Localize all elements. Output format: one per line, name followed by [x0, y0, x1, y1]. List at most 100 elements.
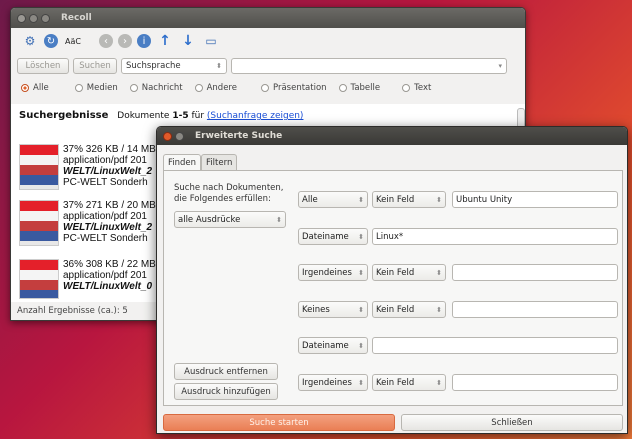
remove-clause-button[interactable]: Ausdruck entfernen: [174, 363, 278, 380]
radio-icon: [129, 84, 138, 92]
spin-icon: ⬍: [436, 378, 442, 387]
show-query-link[interactable]: (Suchanfrage zeigen): [207, 111, 304, 121]
clause-value-input[interactable]: [372, 337, 618, 354]
result-item[interactable]: 36% 308 KB / 22 MB application/pdf 201 W…: [19, 259, 156, 299]
radio-icon: [402, 84, 411, 92]
close-dialog-icon[interactable]: [163, 131, 172, 141]
filter-tabelle[interactable]: Tabelle: [338, 83, 380, 93]
document-thumbnail: [19, 259, 59, 299]
results-for-text: für: [191, 111, 205, 121]
result-size: 37% 271 KB / 20 MB: [63, 200, 156, 211]
query-input[interactable]: ▾: [231, 58, 507, 74]
clause-type-select[interactable]: Keines ⬍: [298, 301, 368, 318]
window-title: Recoll: [61, 13, 92, 23]
back-icon[interactable]: ‹: [99, 34, 113, 48]
find-panel: Suche nach Dokumenten, die Folgendes erf…: [163, 170, 623, 406]
clause-type-select[interactable]: Irgendeines ⬍: [298, 374, 368, 391]
filter-alle[interactable]: Alle: [21, 83, 49, 93]
window-icon[interactable]: ▭: [202, 32, 220, 50]
intro-label: Suche nach Dokumenten, die Folgendes erf…: [174, 183, 284, 204]
clause-type-select[interactable]: Dateiname ⬍: [298, 228, 368, 245]
recoll-titlebar: Recoll: [11, 8, 525, 28]
advanced-search-dialog: Erweiterte Suche Finden Filtern Suche na…: [156, 126, 628, 434]
spelling-icon[interactable]: AäC: [63, 32, 83, 50]
filter-praesentation[interactable]: Präsentation: [260, 83, 327, 93]
result-item[interactable]: 37% 271 KB / 20 MB application/pdf 201 W…: [19, 200, 156, 246]
clause-field-select[interactable]: Kein Feld ⬍: [372, 374, 446, 391]
add-clause-button[interactable]: Ausdruck hinzufügen: [174, 383, 278, 400]
tab-filtern[interactable]: Filtern: [201, 154, 238, 170]
spin-icon: ⬍: [358, 232, 364, 241]
search-mode-select[interactable]: Suchsprache ⬍: [121, 58, 227, 74]
dialog-tabs: Finden Filtern: [163, 154, 238, 170]
document-thumbnail: [19, 200, 59, 246]
filter-nachricht[interactable]: Nachricht: [129, 83, 183, 93]
clause-field-select[interactable]: Kein Feld ⬍: [372, 191, 446, 208]
toolbar: ⚙ ↻ AäC ‹ › i ↑ ↓ ▭: [11, 28, 525, 54]
radio-icon: [194, 84, 203, 92]
clause-value-input[interactable]: [452, 264, 618, 281]
spin-icon: ⬍: [436, 268, 442, 277]
dialog-titlebar: Erweiterte Suche: [157, 127, 627, 145]
filter-text[interactable]: Text: [402, 83, 431, 93]
clause-value-input[interactable]: Ubuntu Unity: [452, 191, 618, 208]
results-range: 1-5: [172, 111, 189, 121]
close-button[interactable]: Schließen: [401, 414, 623, 431]
match-mode-select[interactable]: alle Ausdrücke ⬍: [174, 211, 286, 228]
spin-icon: ⬍: [276, 215, 282, 224]
chevron-down-icon: ▾: [498, 62, 502, 70]
results-docs-text: Dokumente: [117, 111, 170, 121]
result-mime: application/pdf 201: [63, 270, 147, 281]
spin-icon: ⬍: [358, 341, 364, 350]
minimize-dialog-icon[interactable]: [175, 131, 184, 141]
spin-icon: ⬍: [358, 195, 364, 204]
spin-icon: ⬍: [436, 195, 442, 204]
result-size: 36% 308 KB / 22 MB: [63, 259, 156, 270]
spin-icon: ⬍: [358, 305, 364, 314]
spin-icon: ⬍: [216, 62, 222, 70]
result-path: WELT/LinuxWelt_2: [63, 166, 153, 177]
clause-value-input[interactable]: [452, 301, 618, 318]
clause-value-input[interactable]: Linux*: [372, 228, 618, 245]
minimize-window-icon[interactable]: [29, 13, 38, 23]
clause-type-select[interactable]: Alle ⬍: [298, 191, 368, 208]
radio-icon: [338, 84, 347, 92]
filter-andere[interactable]: Andere: [194, 83, 237, 93]
radio-selected-icon: [21, 84, 29, 92]
result-mime: application/pdf 201: [63, 155, 147, 166]
radio-icon: [74, 84, 83, 92]
start-search-button[interactable]: Suche starten: [163, 414, 395, 431]
settings-icon[interactable]: ⚙: [21, 32, 39, 50]
info-icon[interactable]: i: [137, 34, 151, 48]
result-title: PC-WELT Sonderh: [63, 177, 148, 188]
spin-icon: ⬍: [358, 378, 364, 387]
spin-icon: ⬍: [436, 305, 442, 314]
tab-finden[interactable]: Finden: [163, 154, 202, 170]
radio-icon: [260, 84, 269, 92]
clause-value-input[interactable]: [452, 374, 618, 391]
clause-field-select[interactable]: Kein Feld ⬍: [372, 264, 446, 281]
result-item[interactable]: 37% 326 KB / 14 MB application/pdf 201 W…: [19, 144, 156, 190]
search-mode-value: Suchsprache: [126, 61, 181, 71]
results-title: Suchergebnisse: [19, 110, 109, 121]
maximize-window-icon[interactable]: [41, 13, 50, 23]
clause-type-select[interactable]: Dateiname ⬍: [298, 337, 368, 354]
dialog-title: Erweiterte Suche: [195, 131, 283, 141]
result-path: WELT/LinuxWelt_2: [63, 222, 153, 233]
refresh-icon[interactable]: ↻: [44, 34, 58, 48]
clear-button[interactable]: Löschen: [17, 58, 69, 74]
search-button[interactable]: Suchen: [73, 58, 117, 74]
forward-icon[interactable]: ›: [118, 34, 132, 48]
clause-type-select[interactable]: Irgendeines ⬍: [298, 264, 368, 281]
filter-radios: Alle Medien Nachricht Andere Präsentatio…: [11, 78, 525, 98]
results-header: Suchergebnisse Dokumente 1-5 für (Suchan…: [11, 104, 525, 121]
result-mime: application/pdf 201: [63, 211, 147, 222]
result-path: WELT/LinuxWelt_0: [63, 281, 153, 292]
arrow-up-icon[interactable]: ↑: [156, 32, 174, 50]
filter-medien[interactable]: Medien: [74, 83, 118, 93]
close-window-icon[interactable]: [17, 13, 26, 23]
spin-icon: ⬍: [358, 268, 364, 277]
arrow-down-icon[interactable]: ↓: [179, 32, 197, 50]
clause-field-select[interactable]: Kein Feld ⬍: [372, 301, 446, 318]
search-row: Löschen Suchen Suchsprache ⬍ ▾: [11, 54, 525, 78]
